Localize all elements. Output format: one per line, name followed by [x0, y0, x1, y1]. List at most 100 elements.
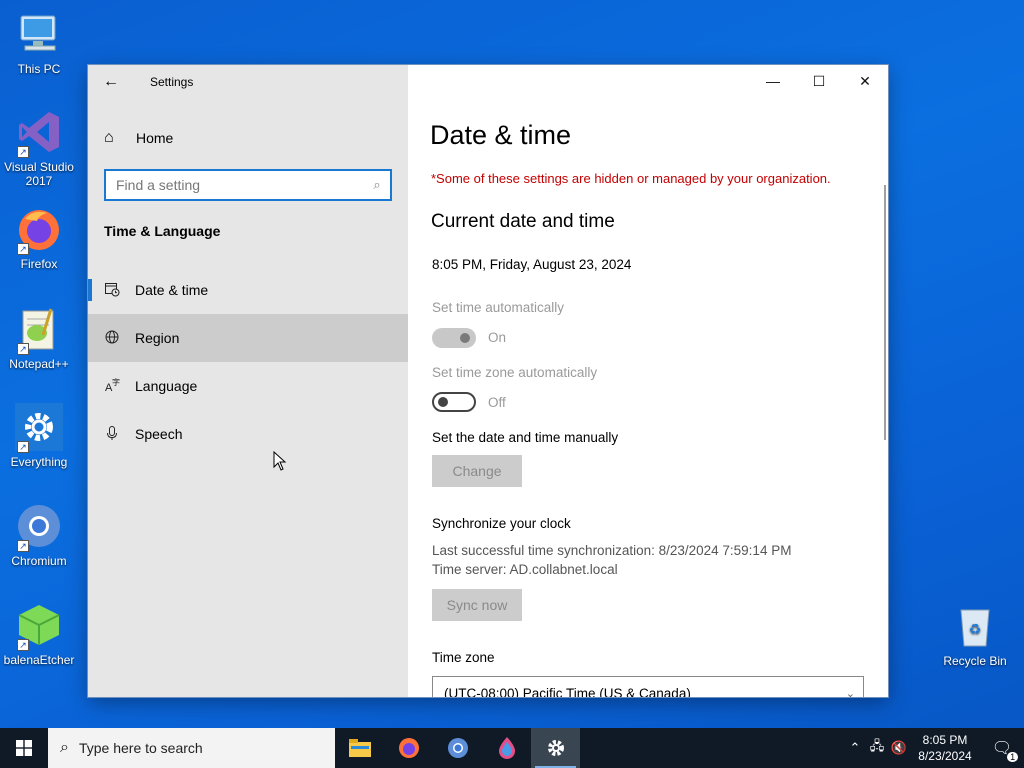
section-title: Current date and time: [431, 211, 615, 232]
computer-icon: [15, 10, 63, 58]
mouse-cursor-icon: [273, 451, 287, 471]
taskbar-file-explorer[interactable]: [335, 728, 384, 768]
time-zone-value: (UTC-08:00) Pacific Time (US & Canada): [444, 685, 691, 698]
nav-item-date-time[interactable]: Date & time: [88, 266, 408, 314]
desktop-icon-label: Visual Studio 2017: [4, 160, 74, 188]
window-controls: — ☐ ✕: [750, 65, 888, 97]
close-icon[interactable]: ✕: [842, 65, 888, 97]
set-timezone-auto-label: Set time zone automatically: [432, 365, 598, 380]
firefox-icon: ↗: [15, 205, 63, 255]
shortcut-arrow-icon: ↗: [17, 243, 29, 255]
language-icon: A字: [104, 377, 135, 396]
taskbar-settings[interactable]: [531, 728, 580, 768]
nav-list: Date & time Region A字 Language Speech: [88, 266, 408, 458]
set-time-auto-label: Set time automatically: [432, 300, 565, 315]
set-time-auto-state: On: [488, 330, 507, 345]
chromium-icon: [447, 738, 468, 758]
manual-datetime-label: Set the date and time manually: [432, 430, 619, 445]
current-datetime: 8:05 PM, Friday, August 23, 2024: [432, 257, 632, 272]
desktop-icon-label: Notepad++: [9, 357, 69, 371]
taskbar-search-box[interactable]: ⌕ Type here to search: [48, 728, 335, 768]
desktop-icon-this-pc[interactable]: This PC: [0, 10, 78, 76]
desktop-icon-recycle-bin[interactable]: ♻ Recycle Bin: [936, 602, 1014, 668]
title-bar: ← Settings: [88, 65, 408, 99]
nav-item-label: Date & time: [135, 282, 209, 298]
settings-icon: [547, 740, 564, 756]
svg-text:♻: ♻: [969, 621, 982, 637]
microphone-icon: [104, 425, 135, 444]
taskbar-firefox[interactable]: [384, 728, 433, 768]
balena-etcher-icon: ↗: [15, 601, 63, 651]
volume-muted-icon[interactable]: 🔇: [888, 740, 910, 756]
set-time-auto-toggle[interactable]: [432, 328, 476, 348]
search-icon: ⌕: [373, 177, 381, 192]
chevron-down-icon: ⌄: [845, 687, 855, 698]
shortcut-arrow-icon: ↗: [17, 343, 29, 355]
taskbar-chromium[interactable]: [433, 728, 482, 768]
search-icon: ⌕: [60, 739, 69, 756]
windows-logo-icon: [16, 740, 32, 756]
taskbar-clock[interactable]: 8:05 PM 8/23/2024: [910, 732, 980, 764]
settings-nav-pane: ← Settings ⌂ Home ⌕ Time & Language Date…: [88, 65, 408, 697]
network-icon[interactable]: 🖧: [866, 737, 888, 759]
set-timezone-auto-state: Off: [488, 395, 506, 410]
desktop-icon-firefox[interactable]: ↗ Firefox: [0, 205, 78, 271]
notepad-plus-plus-icon: ↗: [15, 305, 63, 355]
notification-center-icon[interactable]: 🗨 1: [980, 738, 1024, 762]
file-explorer-icon: [348, 739, 371, 757]
nav-item-language[interactable]: A字 Language: [88, 362, 408, 410]
chevron-up-icon[interactable]: ⌃: [844, 740, 866, 756]
desktop-icon-balena-etcher[interactable]: ↗ balenaEtcher: [0, 601, 78, 667]
desktop-icon-label: balenaEtcher: [3, 653, 75, 667]
settings-window: ← Settings ⌂ Home ⌕ Time & Language Date…: [88, 65, 888, 697]
find-setting-search-box[interactable]: ⌕: [104, 169, 392, 201]
start-button[interactable]: [0, 728, 48, 768]
minimize-icon[interactable]: —: [750, 65, 796, 97]
settings-content-pane: — ☐ ✕ Date & time *Some of these setting…: [408, 65, 888, 697]
desktop-icon-everything[interactable]: ↗ Everything: [0, 403, 78, 469]
nav-item-label: Region: [135, 330, 180, 346]
clock-time: 8:05 PM: [922, 733, 968, 747]
nav-item-region[interactable]: Region: [88, 314, 408, 362]
shortcut-arrow-icon: ↗: [17, 639, 29, 651]
maximize-icon[interactable]: ☐: [796, 65, 842, 97]
svg-text:字: 字: [112, 377, 120, 387]
taskbar-balena-etcher[interactable]: [482, 728, 531, 768]
time-server-text: Time server: AD.collabnet.local: [432, 562, 618, 577]
clock-date: 8/23/2024: [918, 749, 972, 763]
taskbar-search-placeholder: Type here to search: [78, 740, 203, 756]
set-timezone-auto-toggle[interactable]: [432, 392, 476, 412]
desktop-icon-label: Firefox: [20, 257, 58, 271]
page-title: Date & time: [430, 120, 572, 150]
clock-calendar-icon: [104, 281, 135, 300]
back-arrow-icon[interactable]: ←: [88, 73, 134, 91]
time-zone-dropdown[interactable]: (UTC-08:00) Pacific Time (US & Canada) ⌄: [432, 676, 864, 697]
desktop-icon-visual-studio[interactable]: ↗ Visual Studio 2017: [0, 108, 78, 188]
recycle-bin-icon: ♻: [951, 602, 999, 650]
change-button[interactable]: Change: [432, 455, 522, 487]
home-nav-item[interactable]: ⌂ Home: [88, 118, 408, 158]
firefox-icon: [398, 738, 419, 758]
shortcut-arrow-icon: ↗: [17, 441, 29, 453]
home-icon: ⌂: [104, 129, 114, 146]
nav-item-label: Speech: [135, 426, 183, 442]
search-input[interactable]: [106, 171, 364, 199]
visual-studio-icon: ↗: [15, 108, 63, 158]
desktop-icon-label: Recycle Bin: [943, 654, 1007, 668]
system-tray: ⌃ 🖧 🔇 8:05 PM 8/23/2024 🗨 1: [844, 728, 1024, 768]
sync-now-button[interactable]: Sync now: [432, 589, 522, 621]
desktop-icon-chromium[interactable]: ↗ Chromium: [0, 502, 78, 568]
desktop-icon-notepad-plus-plus[interactable]: ↗ Notepad++: [0, 305, 78, 371]
nav-section-title: Time & Language: [104, 223, 221, 239]
policy-warning: *Some of these settings are hidden or ma…: [431, 171, 831, 186]
gear-icon: ↗: [15, 403, 63, 453]
nav-item-speech[interactable]: Speech: [88, 410, 408, 458]
sync-clock-title: Synchronize your clock: [432, 516, 571, 531]
desktop-icon-label: Everything: [10, 455, 68, 469]
home-label: Home: [136, 130, 174, 146]
last-sync-text: Last successful time synchronization: 8/…: [432, 543, 792, 558]
shortcut-arrow-icon: ↗: [17, 540, 29, 552]
scrollbar[interactable]: [884, 185, 886, 440]
nav-item-label: Language: [135, 378, 198, 394]
balena-etcher-icon: [498, 737, 515, 759]
